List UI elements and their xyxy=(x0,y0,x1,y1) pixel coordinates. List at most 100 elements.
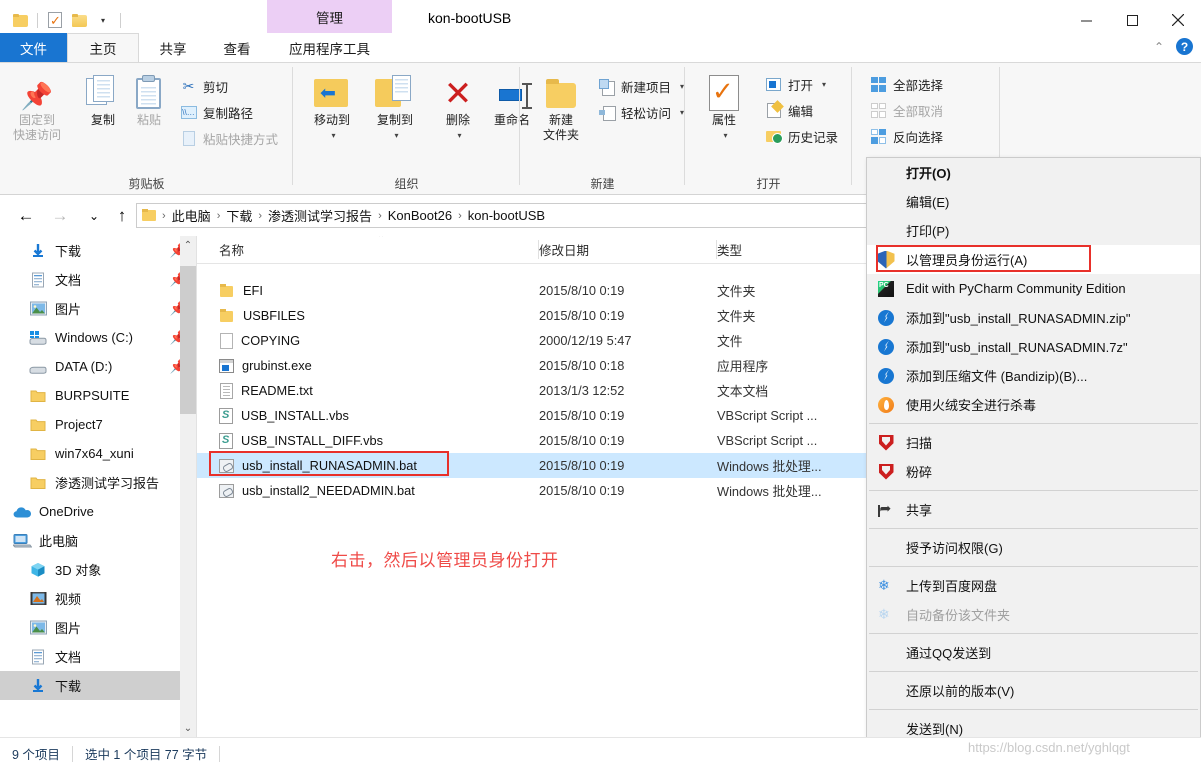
qat-folder-icon[interactable] xyxy=(8,8,32,32)
sidebar-item-7[interactable]: win7x64_xuni xyxy=(0,439,196,468)
chevron-down-icon[interactable]: ▾ xyxy=(723,128,727,143)
move-to-label: 移动到 xyxy=(313,113,350,127)
tab-file[interactable]: 文件 xyxy=(0,33,67,62)
edit-button[interactable]: 编辑 xyxy=(765,99,813,121)
sidebar-item-10[interactable]: 此电脑 xyxy=(0,526,196,555)
back-button[interactable]: ← xyxy=(14,205,38,227)
context-menu-item[interactable]: 还原以前的版本(V) xyxy=(867,676,1200,705)
context-menu-item[interactable]: 以管理员身份运行(A) xyxy=(867,245,1200,274)
sidebar-item-9[interactable]: OneDrive xyxy=(0,497,196,526)
paste-button[interactable]: 粘贴 xyxy=(118,69,180,128)
paste-shortcut-label: 粘贴快捷方式 xyxy=(203,132,279,147)
sidebar-item-14[interactable]: 文档 xyxy=(0,642,196,671)
file-name-cell: README.txt xyxy=(219,382,313,399)
context-menu-item[interactable]: 使用火绒安全进行杀毒 xyxy=(867,390,1200,419)
context-menu-item-label: 粉碎 xyxy=(906,465,933,480)
sidebar-item-13[interactable]: 图片 xyxy=(0,613,196,642)
context-menu-item[interactable]: 添加到"usb_install_RUNASADMIN.7z" xyxy=(867,332,1200,361)
new-folder-button[interactable]: 新建 文件夹 xyxy=(530,69,592,143)
sidebar-item-label: 文档 xyxy=(55,273,82,288)
new-item-button[interactable]: 新建项目 ▾ xyxy=(598,75,684,97)
tab-view[interactable]: 查看 xyxy=(207,33,267,62)
sidebar-item-5[interactable]: BURPSUITE xyxy=(0,381,196,410)
context-menu-item[interactable]: 通过QQ发送到 xyxy=(867,638,1200,667)
context-menu-item[interactable]: 打开(O) xyxy=(867,158,1200,187)
context-menu-item-label: 打印(P) xyxy=(906,224,950,239)
file-type-cell: VBScript Script ... xyxy=(717,408,818,423)
history-label: 历史记录 xyxy=(788,130,839,145)
sidebar-item-4[interactable]: DATA (D:) 📌 xyxy=(0,352,196,381)
context-menu-item[interactable]: 添加到压缩文件 (Bandizip)(B)... xyxy=(867,361,1200,390)
sidebar-item-8[interactable]: 渗透测试学习报告 xyxy=(0,468,196,497)
breadcrumb-item-4[interactable]: kon-bootUSB xyxy=(465,208,548,223)
context-menu-item[interactable]: 上传到百度网盘 xyxy=(867,571,1200,600)
sidebar-item-12[interactable]: 视频 xyxy=(0,584,196,613)
properties-button[interactable]: ✓ 属性 ▾ xyxy=(693,69,755,143)
context-menu-item[interactable]: 添加到"usb_install_RUNASADMIN.zip" xyxy=(867,303,1200,332)
scroll-down-icon[interactable]: ⌄ xyxy=(180,719,196,737)
select-all-button[interactable]: 全部选择 xyxy=(870,73,943,95)
chevron-down-icon[interactable]: ▾ xyxy=(822,80,826,89)
history-button[interactable]: 历史记录 xyxy=(765,125,838,147)
sidebar-item-1[interactable]: 文档 📌 xyxy=(0,265,196,294)
tab-share[interactable]: 共享 xyxy=(139,33,207,62)
sidebar-item-15[interactable]: 下载 xyxy=(0,671,196,700)
pin-to-quick-access-button[interactable]: 📌 固定到 快速访问 xyxy=(6,69,68,143)
breadcrumb-item-1[interactable]: 下载 xyxy=(223,206,255,225)
context-menu-item[interactable]: 自动备份该文件夹 xyxy=(867,600,1200,629)
file-date-cell: 2013/1/3 12:52 xyxy=(539,383,625,398)
file-date-cell: 2000/12/19 5:47 xyxy=(539,333,632,348)
scrollbar-thumb[interactable] xyxy=(180,266,196,414)
qat-new-folder-icon[interactable] xyxy=(67,8,91,32)
sidebar-item-2[interactable]: 图片 📌 xyxy=(0,294,196,323)
qat-customize-dropdown-icon[interactable]: ▾ xyxy=(91,8,115,32)
sidebar-item-11[interactable]: 3D 对象 xyxy=(0,555,196,584)
context-menu-item[interactable]: 授予访问权限(G) xyxy=(867,533,1200,562)
chevron-down-icon[interactable]: ▾ xyxy=(457,128,461,143)
tab-application-tools[interactable]: 应用程序工具 xyxy=(267,33,392,62)
context-menu-item[interactable]: 粉碎 xyxy=(867,457,1200,486)
chevron-down-icon[interactable]: ▾ xyxy=(394,128,398,143)
forward-button[interactable]: → xyxy=(48,205,72,227)
address-bar[interactable]: › 此电脑 › 下载 › 渗透测试学习报告 › KonBoot26 › kon-… xyxy=(136,203,893,228)
chevron-down-icon[interactable]: ▾ xyxy=(331,128,335,143)
collapse-ribbon-icon[interactable]: ⌃ xyxy=(1154,40,1164,54)
tab-home[interactable]: 主页 xyxy=(67,33,139,62)
paste-shortcut-button[interactable]: 粘贴快捷方式 xyxy=(180,127,278,149)
invert-selection-button[interactable]: 反向选择 xyxy=(870,125,943,147)
breadcrumb-item-2[interactable]: 渗透测试学习报告 xyxy=(265,206,375,225)
column-header-name[interactable]: 名称 xyxy=(219,236,539,263)
sidebar-item-0[interactable]: 下载 📌 xyxy=(0,236,196,265)
qat-properties-icon[interactable]: ✓ xyxy=(43,8,67,32)
select-none-button[interactable]: 全部取消 xyxy=(870,99,943,121)
cut-button[interactable]: ✂ 剪切 xyxy=(180,75,228,97)
scissors-icon: ✂ xyxy=(182,77,195,94)
file-date-cell: 2015/8/10 0:19 xyxy=(539,458,625,473)
breadcrumb-item-3[interactable]: KonBoot26 xyxy=(385,208,455,223)
copy-to-button[interactable]: 复制到 ▾ xyxy=(364,69,426,143)
sidebar-item-label: 文档 xyxy=(55,650,82,665)
up-button[interactable]: ↑ xyxy=(110,205,134,227)
context-menu-item[interactable]: 扫描 xyxy=(867,428,1200,457)
context-menu-item[interactable]: 打印(P) xyxy=(867,216,1200,245)
help-icon[interactable]: ? xyxy=(1176,38,1193,55)
easy-access-button[interactable]: 轻松访问 ▾ xyxy=(598,101,684,123)
column-header-date[interactable]: 修改日期 xyxy=(539,236,717,263)
breadcrumb-item-0[interactable]: 此电脑 xyxy=(169,206,214,225)
context-menu-item-label: 添加到压缩文件 (Bandizip)(B)... xyxy=(906,369,1088,384)
nav-pane-scrollbar[interactable]: ⌃ ⌄ xyxy=(180,236,196,737)
sidebar-item-6[interactable]: Project7 xyxy=(0,410,196,439)
open-button[interactable]: 打开 ▾ xyxy=(765,73,826,95)
scroll-up-icon[interactable]: ⌃ xyxy=(180,236,196,254)
context-menu-item[interactable]: 编辑(E) xyxy=(867,187,1200,216)
sidebar-item-3[interactable]: Windows (C:) 📌 xyxy=(0,323,196,352)
contextual-tab-management[interactable]: 管理 xyxy=(267,0,392,33)
move-to-button[interactable]: ⬅ 移动到 ▾ xyxy=(301,69,363,143)
menu-separator xyxy=(869,566,1198,567)
copy-path-button[interactable]: \\… 复制路径 xyxy=(180,101,253,123)
recent-locations-button[interactable]: ⌄ xyxy=(82,205,106,227)
exe-icon xyxy=(219,358,234,373)
pycharm-icon xyxy=(876,279,896,299)
context-menu-item[interactable]: 共享 xyxy=(867,495,1200,524)
context-menu-item[interactable]: Edit with PyCharm Community Edition xyxy=(867,274,1200,303)
